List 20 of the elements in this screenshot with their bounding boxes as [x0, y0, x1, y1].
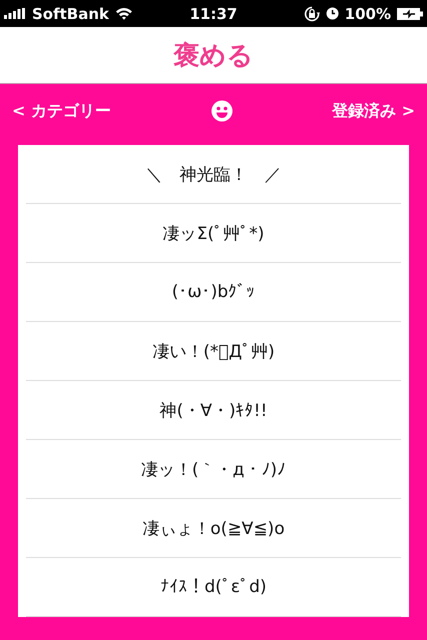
battery-percent: 100% [344, 4, 391, 22]
list-item[interactable]: ﾅｲｽ！d(ﾟεﾟd) [26, 558, 401, 617]
signal-icon [4, 8, 26, 19]
list-item[interactable]: 凄い！(*ﾟДﾟ艸) [26, 322, 401, 381]
rotation-lock-icon [304, 6, 320, 22]
clock-time: 11:37 [190, 4, 238, 22]
list-item[interactable]: 凄ッΣ(ﾟ艸ﾟ*) [26, 204, 401, 263]
list-item[interactable]: (･ω･)bｸﾞｯ [26, 263, 401, 322]
wifi-icon [115, 7, 134, 20]
battery-icon [397, 8, 423, 20]
list-item[interactable]: 凄ッ！(｀・д・ﾉ)ﾉ [26, 440, 401, 499]
list-item[interactable]: 神(・∀・)ｷﾀ!! [26, 381, 401, 440]
list-item[interactable]: 凄ぃょ！o(≧∀≦)o [26, 499, 401, 558]
screen-title: 褒める [174, 40, 254, 72]
list-item[interactable]: ＼ 神光臨！ ／ [26, 145, 401, 204]
registered-link[interactable]: 登録済み > [332, 100, 415, 122]
alarm-clock-icon [326, 7, 339, 20]
smiley-icon[interactable] [210, 100, 232, 122]
back-link[interactable]: < カテゴリー [12, 100, 111, 122]
carrier-name: SoftBank [32, 4, 110, 22]
